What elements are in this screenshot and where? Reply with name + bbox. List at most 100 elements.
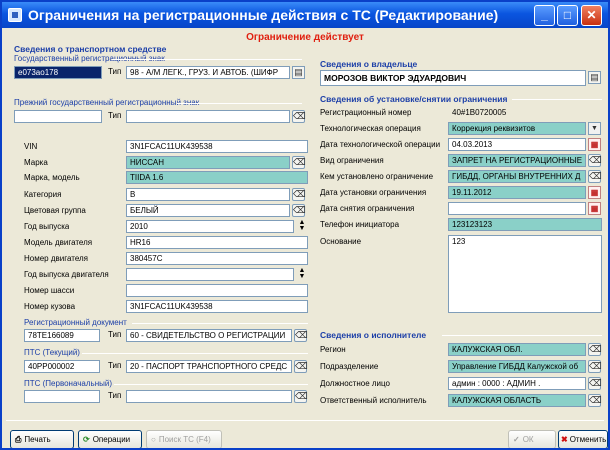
reg-doc-number-field[interactable]: 78ТЕ166089	[24, 329, 100, 342]
pts-current-type-field[interactable]: 20 - ПАСПОРТ ТРАНСПОРТНОГО СРЕДС	[126, 360, 292, 373]
pts-first-number-field[interactable]	[24, 390, 100, 403]
eraser-icon[interactable]: ⌫	[294, 329, 308, 342]
responsible-field[interactable]: КАЛУЖСКАЯ ОБЛАСТЬ	[448, 394, 586, 407]
body-number-field[interactable]: 3N1FCAC11UK439538	[126, 300, 308, 313]
eraser-icon[interactable]: ⌫	[588, 377, 602, 390]
tech-op-date-label: Дата технологической операции	[320, 140, 441, 149]
minimize-button[interactable]: _	[534, 5, 555, 26]
set-date-field[interactable]: 19.11.2012	[448, 186, 586, 199]
spinner-icon[interactable]: ▲ ▼	[297, 267, 307, 281]
official-field[interactable]: админ : 0000 : АДМИН .	[448, 377, 586, 390]
subdivision-field[interactable]: Управление ГИБДД Калужской об	[448, 360, 586, 373]
category-field[interactable]: B	[126, 188, 290, 201]
engine-number-label: Номер двигателя	[24, 254, 89, 263]
removal-date-field[interactable]	[448, 202, 586, 215]
region-field[interactable]: КАЛУЖСКАЯ ОБЛ.	[448, 343, 586, 356]
title-bar[interactable]: Ограничения на регистрационные действия …	[2, 2, 608, 28]
basis-textarea[interactable]: 123	[448, 235, 602, 313]
plate-type-field[interactable]: 98 - А/М ЛЕГК., ГРУЗ. И АВТОБ. (ШИФР	[126, 66, 290, 79]
vehicle-section-title: Сведения о транспортном средстве	[14, 44, 167, 54]
color-field[interactable]: БЕЛЫЙ	[126, 204, 290, 217]
spinner-icon[interactable]: ▲ ▼	[297, 219, 307, 233]
eraser-icon[interactable]: ⌫	[588, 170, 602, 183]
set-by-field[interactable]: ГИБДД, ОРГАНЫ ВНУТРЕННИХ Д	[448, 170, 586, 183]
checkmark-icon: ✓	[513, 435, 520, 444]
model-label: Марка, модель	[24, 173, 80, 182]
eraser-icon[interactable]: ⌫	[588, 154, 602, 167]
tech-op-field[interactable]: Коррекция реквизитов	[448, 122, 586, 135]
calendar-icon[interactable]: ▦	[588, 138, 601, 151]
tech-op-label: Технологическая операция	[320, 124, 421, 133]
search-vehicle-button[interactable]: ○ Поиск ТС (F4)	[146, 430, 222, 448]
divider	[442, 335, 602, 336]
engine-year-label: Год выпуска двигателя	[24, 270, 109, 279]
divider	[512, 99, 602, 100]
owner-name-field[interactable]: МОРОЗОВ ВИКТОР ЭДУАРДОВИЧ	[320, 70, 586, 86]
divider	[82, 353, 308, 354]
reg-type-field[interactable]: 60 - СВИДЕТЕЛЬСТВО О РЕГИСТРАЦИИ	[126, 329, 292, 342]
engine-model-field[interactable]: HR16	[126, 236, 308, 249]
card-icon[interactable]: ▤	[292, 66, 305, 79]
reg-type-label: Тип	[108, 330, 122, 339]
eraser-icon[interactable]: ⌫	[292, 156, 306, 169]
make-label: Марка	[24, 158, 48, 167]
eraser-icon[interactable]: ⌫	[588, 343, 602, 356]
card-icon[interactable]: ▤	[588, 71, 601, 84]
ok-button-label: ОК	[522, 435, 534, 444]
calendar-icon[interactable]: ▦	[588, 202, 601, 215]
pts-first-group-label: ПТС (Первоначальный)	[24, 379, 113, 388]
chevron-down-icon[interactable]: ▼	[588, 122, 601, 135]
phone-label: Телефон инициатора	[320, 220, 400, 229]
eraser-icon[interactable]: ⌫	[588, 360, 602, 373]
close-button[interactable]: ✕	[581, 5, 602, 26]
region-label: Регион	[320, 345, 346, 354]
divider	[132, 323, 308, 324]
ok-button[interactable]: ✓ ОК	[508, 430, 556, 448]
phone-field[interactable]: 123123123	[448, 218, 602, 231]
app-icon	[8, 8, 22, 22]
operations-button-label: Операции	[92, 435, 131, 444]
pts-first-type-field[interactable]	[126, 390, 292, 403]
owner-section-title: Сведения о владельце	[320, 59, 418, 69]
engine-year-field[interactable]	[126, 268, 294, 281]
make-field[interactable]: НИССАН	[126, 156, 290, 169]
engine-number-field[interactable]: 380457C	[126, 252, 308, 265]
vin-field[interactable]: 3N1FCAC11UK439538	[126, 140, 308, 153]
reg-number-label: Регистрационный номер	[320, 108, 412, 117]
tech-op-date-field[interactable]: 04.03.2013	[448, 138, 586, 151]
operations-button[interactable]: ⟳ Операции	[78, 430, 142, 448]
eraser-icon[interactable]: ⌫	[294, 360, 308, 373]
prev-type-field[interactable]	[126, 110, 290, 123]
divider	[114, 384, 308, 385]
pts-current-type-label: Тип	[108, 361, 122, 370]
removal-date-label: Дата снятия ограничения	[320, 204, 415, 213]
prev-plate-field[interactable]	[14, 110, 102, 123]
model-field[interactable]: TIIDA 1.6	[126, 171, 308, 184]
eraser-icon[interactable]: ⌫	[294, 390, 308, 403]
cancel-button[interactable]: ✖ Отменить	[558, 430, 608, 448]
plate-type-label: Тип	[108, 67, 122, 76]
calendar-icon[interactable]: ▦	[588, 186, 601, 199]
status-text: Ограничение действует	[246, 32, 364, 43]
pts-current-number-field[interactable]: 40РР000002	[24, 360, 100, 373]
eraser-icon[interactable]: ⌫	[292, 110, 306, 123]
eraser-icon[interactable]: ⌫	[588, 394, 602, 407]
plate-field[interactable]: е073ао178	[14, 66, 102, 79]
print-button[interactable]: ⎙ Печать	[10, 430, 74, 448]
year-field[interactable]: 2010	[126, 220, 294, 233]
basis-label: Основание	[320, 237, 362, 246]
chassis-field[interactable]	[126, 284, 308, 297]
responsible-label: Ответственный исполнитель	[320, 396, 427, 405]
eraser-icon[interactable]: ⌫	[292, 188, 306, 201]
set-date-label: Дата установки ограничения	[320, 188, 427, 197]
vin-label: VIN	[24, 142, 38, 151]
maximize-button[interactable]: □	[557, 5, 578, 26]
color-label: Цветовая группа	[24, 206, 86, 215]
cross-icon: ✖	[561, 435, 568, 444]
restriction-section-title: Сведения об установке/снятии ограничения	[320, 94, 508, 104]
year-label: Год выпуска	[24, 222, 70, 231]
prev-type-label: Тип	[108, 111, 122, 120]
eraser-icon[interactable]: ⌫	[292, 204, 306, 217]
restriction-type-field[interactable]: ЗАПРЕТ НА РЕГИСТРАЦИОННЫЕ	[448, 154, 586, 167]
divider	[112, 59, 302, 60]
